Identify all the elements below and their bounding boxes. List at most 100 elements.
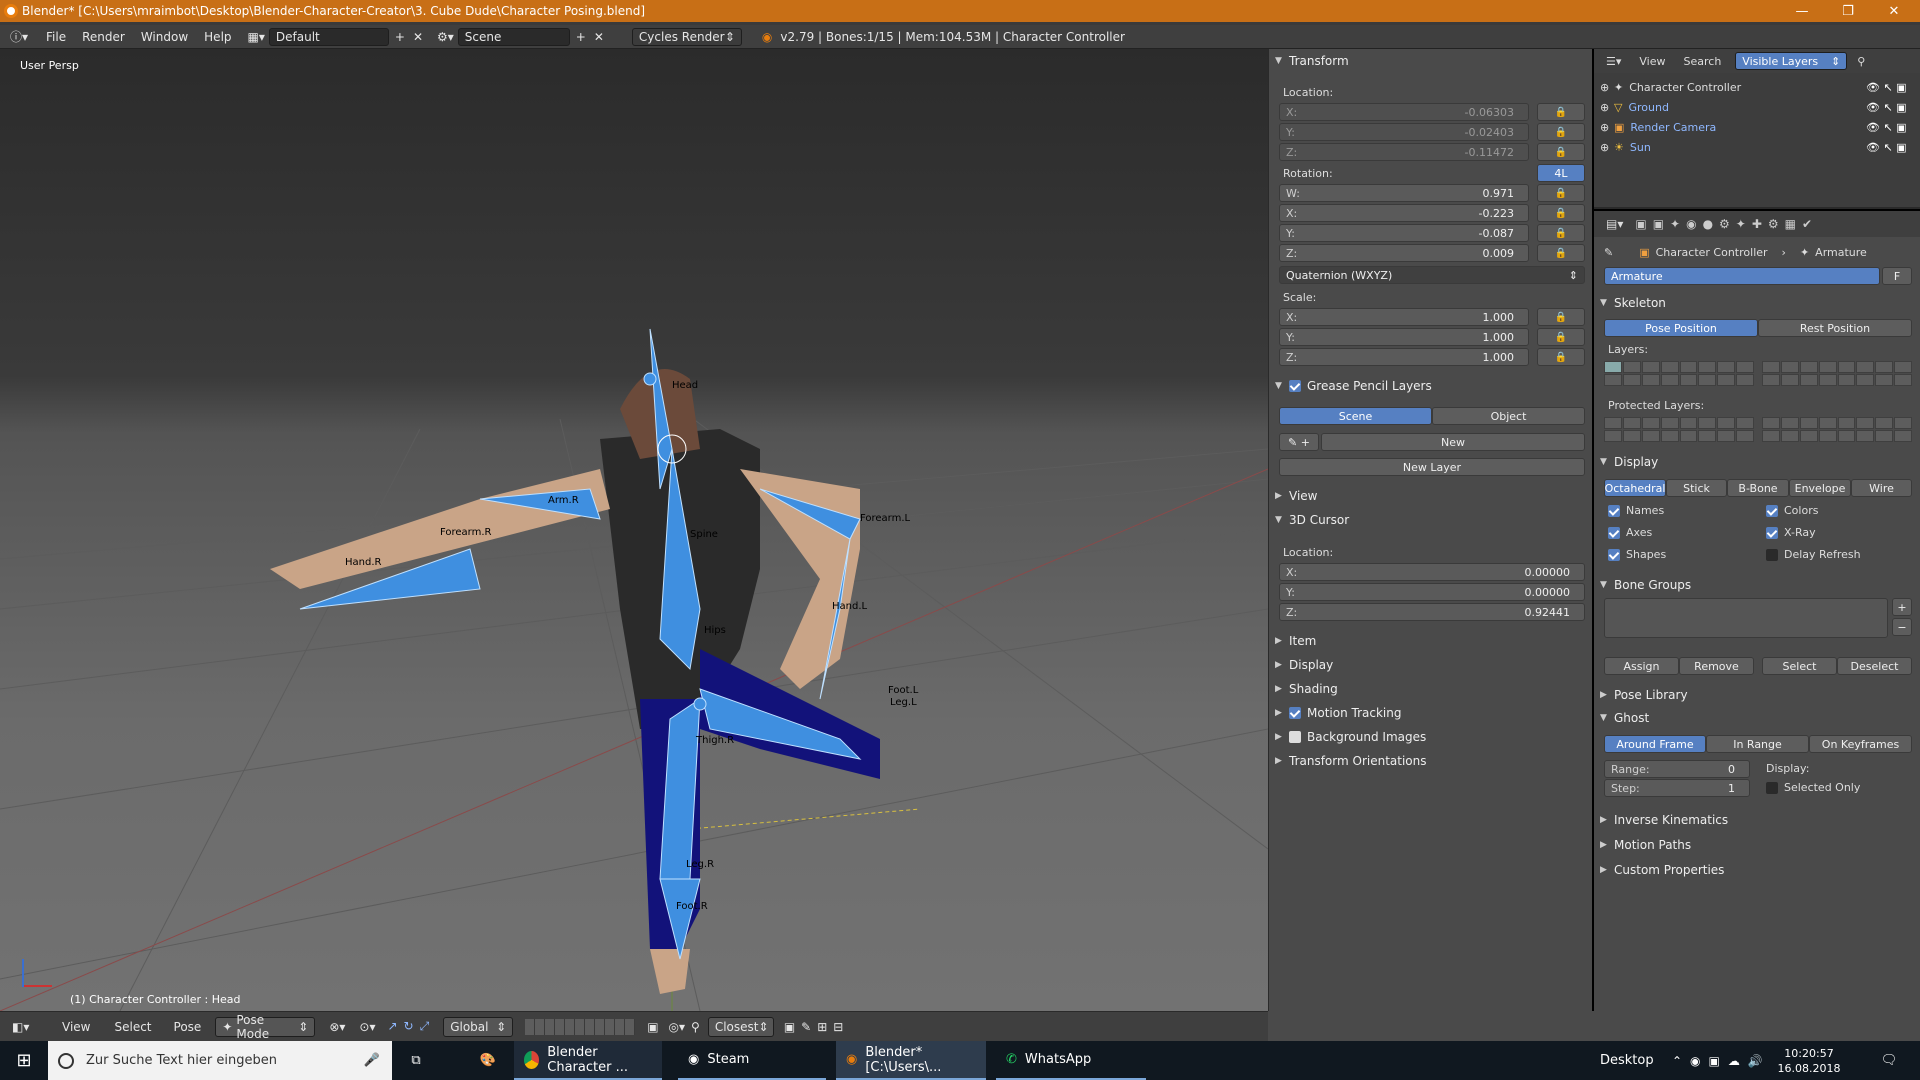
inverse-kinematics-panel-header[interactable]: ▶ Inverse Kinematics [1600,810,1912,830]
on-keyframes-button[interactable]: On Keyframes [1809,735,1912,753]
pose-position-button[interactable]: Pose Position [1604,319,1758,337]
lock-icon[interactable]: 🔒 [1537,184,1585,202]
menu-render[interactable]: Render [74,28,133,46]
scale-y-field[interactable]: Y: 1.000 [1279,328,1529,346]
grease-pencil-panel-header[interactable]: ▼ Grease Pencil Layers [1275,376,1587,396]
xray-checkbox[interactable]: X-Ray [1766,526,1816,539]
pivot-icon[interactable]: ⊙▾ [359,1020,375,1034]
3d-cursor-panel-header[interactable]: ▼ 3D Cursor [1275,510,1587,530]
pin-icon[interactable]: ✎ [1604,246,1613,259]
display-panel-header[interactable]: ▶ Display [1275,655,1587,675]
lock-icon[interactable]: 🔒 [1537,348,1585,366]
interaction-mode-select[interactable]: ✦ Pose Mode ⇕ [215,1013,316,1041]
lock-icon[interactable]: 🔒 [1537,224,1585,242]
bone-groups-panel-header[interactable]: ▼ Bone Groups [1600,575,1912,595]
outliner-item[interactable]: ⊕ ☀ Sun [1600,138,1651,156]
menu-help[interactable]: Help [196,28,239,46]
display-panel-header[interactable]: ▼ Display [1600,452,1912,472]
task-view-icon[interactable]: ⧉ [404,1041,428,1080]
editor-type-icon[interactable]: ⓘ▾ [10,28,38,46]
close-button[interactable]: ✕ [1872,0,1916,22]
outliner-item[interactable]: ⊕ ✦ Character Controller [1600,78,1741,96]
properties-tabs[interactable]: ▤▾ ▣▣✦◉●⚙✦✚⚙▦✔ [1594,211,1920,237]
cursor-y-field[interactable]: Y: 0.00000 [1279,583,1585,601]
pencil-icon[interactable]: ✎ + [1279,433,1319,451]
custom-properties-panel-header[interactable]: ▶ Custom Properties [1600,860,1912,880]
lock-icon[interactable]: ▣ [647,1020,658,1034]
scale-z-field[interactable]: Z: 1.000 [1279,348,1529,366]
colors-checkbox[interactable]: Colors [1766,504,1818,517]
octahedral-button[interactable]: Octahedral [1604,479,1666,497]
menu-pose[interactable]: Pose [174,1020,202,1034]
grease-object-toggle[interactable]: Object [1432,407,1585,425]
grease-new-button[interactable]: New [1321,433,1585,451]
location-x-field[interactable]: X: -0.06303 [1279,103,1529,121]
cursor-z-field[interactable]: Z: 0.92441 [1279,603,1585,621]
select-button[interactable]: Select [1762,657,1837,675]
lock-icon[interactable]: 🔒 [1537,123,1585,141]
minimize-button[interactable]: — [1780,0,1824,22]
remove-group-button[interactable]: − [1892,618,1912,636]
menu-window[interactable]: Window [133,28,196,46]
rotation-4l-toggle[interactable]: 4L [1537,164,1585,182]
lock-icon[interactable]: 🔒 [1537,143,1585,161]
lock-icon[interactable]: 🔒 [1537,308,1585,326]
armature-datablock-field[interactable]: Armature [1604,267,1880,285]
scene-icon[interactable]: ⚙▾ [437,28,454,46]
ghost-step-field[interactable]: Step: 1 [1604,779,1750,797]
motion-tracking-checkbox[interactable] [1289,707,1301,719]
expand-icon[interactable]: ⊕ [1600,101,1614,114]
axes-checkbox[interactable]: Axes [1608,526,1652,539]
bone-layers-grid-b[interactable] [1762,361,1912,386]
outliner-menu-view[interactable]: View [1639,55,1665,68]
bbone-button[interactable]: B-Bone [1727,479,1789,497]
expand-icon[interactable]: ⊕ [1600,81,1614,94]
grease-pencil-checkbox[interactable] [1289,380,1301,392]
view-panel-header[interactable]: ▶ View [1275,486,1587,506]
pose-library-panel-header[interactable]: ▶ Pose Library [1600,685,1912,705]
manipulator-icons[interactable]: ↗↻⤢ [387,1019,435,1034]
bone-layers-grid-a[interactable] [1604,361,1754,386]
editor-type-icon[interactable]: ☰▾ [1606,55,1621,68]
proportional-icon[interactable]: ◎▾ [669,1020,686,1034]
microphone-icon[interactable]: 🎤 [364,1053,380,1068]
rotation-x-field[interactable]: X: -0.223 [1279,204,1529,222]
remove-layout-icon[interactable]: ✕ [413,28,423,46]
layout-icon[interactable]: ▦▾ [248,28,265,46]
paint-app-icon[interactable]: 🎨 [468,1041,508,1080]
taskbar-search-box[interactable]: Zur Suche Text hier eingeben 🎤 [48,1041,392,1080]
viewport-canvas[interactable] [0,49,1268,1011]
render-engine-select[interactable]: Cycles Render ⇕ [631,27,742,46]
fake-user-button[interactable]: F [1882,267,1912,285]
rotation-z-field[interactable]: Z: 0.009 [1279,244,1529,262]
selected-only-checkbox[interactable]: Selected Only [1766,781,1860,794]
search-icon[interactable]: ⚲ [1857,55,1865,68]
render-icons[interactable]: ▣✎⊞⊟ [784,1020,850,1034]
editor-type-icon[interactable]: ◧▾ [12,1020,52,1034]
lock-icon[interactable]: 🔒 [1537,204,1585,222]
scene-field[interactable]: Scene [457,27,570,46]
menu-file[interactable]: File [38,28,74,46]
background-images-panel-header[interactable]: ▶ Background Images [1275,727,1587,747]
3d-viewport[interactable]: User Persp (1) Character Controller : He… [0,49,1268,1011]
expand-icon[interactable]: ⊕ [1600,121,1614,134]
skeleton-panel-header[interactable]: ▼ Skeleton [1600,293,1912,313]
new-layer-button[interactable]: New Layer [1279,458,1585,476]
in-range-button[interactable]: In Range [1706,735,1809,753]
snap-target-select[interactable]: Closest ⇕ [707,1016,774,1037]
ghost-panel-header[interactable]: ▼ Ghost [1600,708,1912,728]
shading-icon[interactable]: ⊗▾ [329,1020,345,1034]
envelope-button[interactable]: Envelope [1789,479,1851,497]
protected-layers-grid-a[interactable] [1604,417,1754,442]
transform-panel-header[interactable]: ▼ Transform [1275,51,1587,71]
maximize-button[interactable]: ❐ [1826,0,1870,22]
delay-refresh-checkbox[interactable]: Delay Refresh [1766,548,1861,561]
context-tab-icons[interactable]: ▣▣✦◉●⚙✦✚⚙▦✔ [1635,217,1818,231]
wire-button[interactable]: Wire [1851,479,1912,497]
notification-icon[interactable]: 🗨 [1874,1041,1904,1080]
taskbar-app-whatsapp[interactable]: ✆ WhatsApp [996,1041,1146,1080]
desktop-toolbar[interactable]: Desktop [1600,1041,1654,1080]
taskbar-app-chrome[interactable]: Blender Character ... [514,1041,662,1080]
assign-button[interactable]: Assign [1604,657,1679,675]
background-images-checkbox[interactable] [1289,731,1301,743]
